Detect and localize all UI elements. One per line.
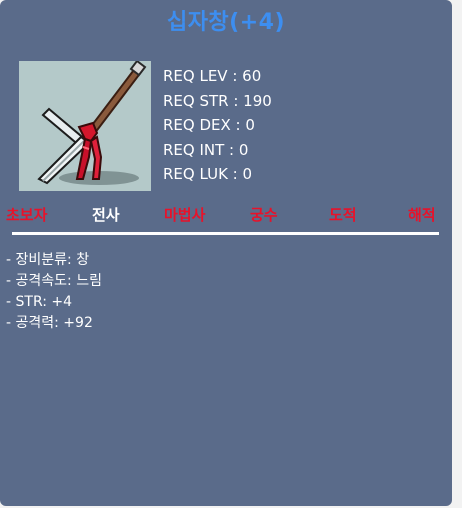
stat-attack-speed: - 공격속도: 느림: [6, 273, 102, 289]
stat-str-bonus: - STR: +4: [6, 294, 73, 310]
job-beginner: 초보자: [6, 206, 48, 224]
stat-equip-type: - 장비분류: 창: [6, 252, 90, 268]
item-title: 십자창(+4): [166, 10, 286, 35]
req-dex: REQ DEX : 0: [163, 116, 255, 134]
crossed-spear-icon: [37, 61, 147, 185]
item-stats-list: - 장비분류: 창 - 공격속도: 느림 - STR: +4 - 공격력: +9…: [6, 250, 102, 334]
job-thief: 도적: [329, 206, 357, 224]
req-level: REQ LEV : 60: [163, 67, 262, 85]
item-icon-frame: [19, 61, 151, 191]
req-int: REQ INT : 0: [163, 140, 249, 159]
req-luk: REQ LUK : 0: [163, 165, 253, 183]
divider: [12, 232, 439, 235]
job-class-row: 초보자 전사 마법사 궁수 도적 해적: [0, 204, 452, 228]
job-bowman: 궁수: [250, 206, 278, 224]
req-str: REQ STR : 190: [163, 91, 272, 110]
requirements-list: REQ LEV : 60 REQ STR : 190 REQ DEX : 0 R…: [163, 64, 272, 187]
job-pirate: 해적: [408, 206, 436, 224]
stat-attack-power: - 공격력: +92: [6, 315, 93, 331]
job-warrior: 전사: [92, 206, 120, 224]
job-magician: 마법사: [164, 206, 206, 224]
item-tooltip: 십자창(+4) REQ LEV : 60 REQ STR : 190 REQ D…: [0, 0, 452, 506]
